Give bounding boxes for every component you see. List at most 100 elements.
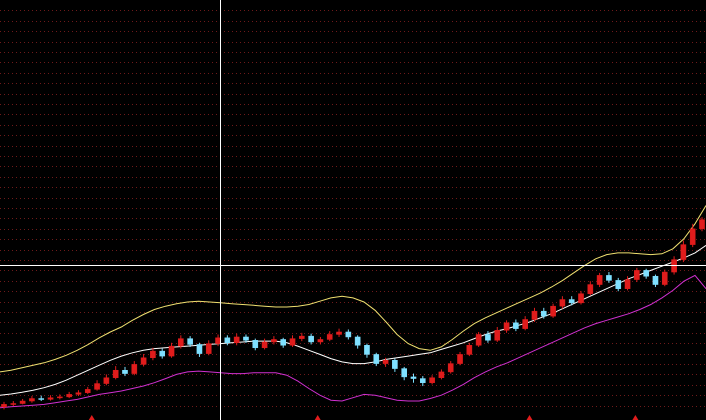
candle-body	[205, 343, 212, 354]
candle-body	[680, 244, 687, 260]
candle	[652, 274, 659, 288]
candle-body	[84, 389, 91, 393]
candle-body	[382, 360, 389, 364]
candle-body	[596, 275, 603, 285]
candle-body	[364, 345, 370, 355]
grid-lines	[0, 10, 706, 407]
candle-body	[1, 404, 7, 408]
candle	[587, 281, 594, 296]
candle	[438, 369, 445, 380]
candle-body	[699, 219, 705, 230]
candle-body	[29, 398, 35, 402]
candle-body	[168, 345, 175, 357]
candle	[522, 316, 528, 331]
candle-body	[615, 280, 622, 289]
candle-body	[38, 398, 45, 400]
candle	[224, 335, 231, 346]
candles	[1, 217, 705, 410]
candle	[94, 380, 100, 391]
candle-body	[345, 331, 352, 338]
candle	[168, 342, 175, 358]
candle-body	[503, 322, 510, 331]
candle-body	[326, 334, 333, 340]
candle-body	[587, 284, 594, 294]
candle	[429, 375, 435, 385]
candle	[447, 361, 454, 374]
candle	[84, 386, 91, 394]
candle-body	[317, 339, 324, 343]
candle	[410, 373, 417, 383]
candle-body	[457, 354, 463, 364]
candle-body	[159, 350, 166, 357]
candle	[10, 401, 17, 407]
candle-body	[354, 336, 361, 346]
time-marker	[526, 415, 533, 420]
candle-body	[66, 394, 72, 398]
candle	[419, 376, 426, 387]
candle-body	[224, 337, 231, 344]
candle	[38, 395, 45, 402]
candle-body	[271, 339, 277, 343]
candle-body	[392, 360, 398, 369]
candle-body	[494, 330, 501, 341]
candle	[308, 333, 314, 345]
time-marker	[632, 415, 639, 420]
candle	[680, 240, 687, 263]
candle-body	[10, 403, 17, 405]
candlestick-chart[interactable]	[0, 0, 706, 420]
candle	[112, 366, 119, 380]
candle-body	[280, 339, 287, 346]
candle	[401, 366, 407, 381]
candle-body	[243, 336, 249, 341]
time-marker	[88, 415, 95, 420]
candle-body	[140, 357, 147, 365]
candle-body	[373, 354, 380, 364]
candle-body	[289, 338, 296, 346]
candle	[475, 331, 482, 347]
candle-body	[299, 335, 305, 339]
stock-chart[interactable]	[0, 0, 706, 420]
candle	[336, 328, 342, 337]
candle	[513, 319, 519, 332]
candle-body	[419, 378, 426, 383]
candle	[615, 277, 622, 292]
candle-body	[401, 368, 407, 378]
candle	[261, 338, 268, 350]
candle	[345, 329, 352, 340]
candle-body	[438, 371, 445, 378]
candle-body	[531, 310, 538, 320]
candle-body	[103, 377, 110, 384]
candle	[364, 343, 370, 358]
candle-body	[75, 392, 82, 395]
candle	[606, 272, 612, 283]
candle-body	[606, 275, 612, 281]
candle-body	[122, 369, 128, 374]
candle-body	[485, 334, 491, 341]
upper-band-line	[0, 205, 706, 373]
candle	[578, 291, 584, 305]
candle	[299, 332, 305, 342]
candle	[689, 223, 696, 248]
candle	[233, 333, 240, 346]
candle	[373, 352, 380, 367]
candle-body	[308, 335, 314, 343]
candle-body	[466, 345, 473, 355]
candle	[205, 340, 212, 356]
candle-body	[652, 275, 659, 285]
candle	[196, 342, 203, 357]
candle-body	[112, 369, 119, 378]
candle	[634, 267, 640, 283]
candle-body	[233, 336, 240, 344]
candle-body	[178, 338, 184, 347]
candle	[466, 342, 473, 357]
candle	[559, 296, 566, 309]
candle-body	[261, 341, 268, 349]
candle	[280, 337, 287, 348]
candle	[596, 272, 603, 288]
candle-body	[19, 400, 26, 404]
candle-body	[47, 397, 54, 400]
candle-body	[447, 363, 454, 373]
candle-body	[624, 279, 631, 289]
candle-body	[661, 271, 668, 285]
candle-body	[410, 376, 417, 379]
